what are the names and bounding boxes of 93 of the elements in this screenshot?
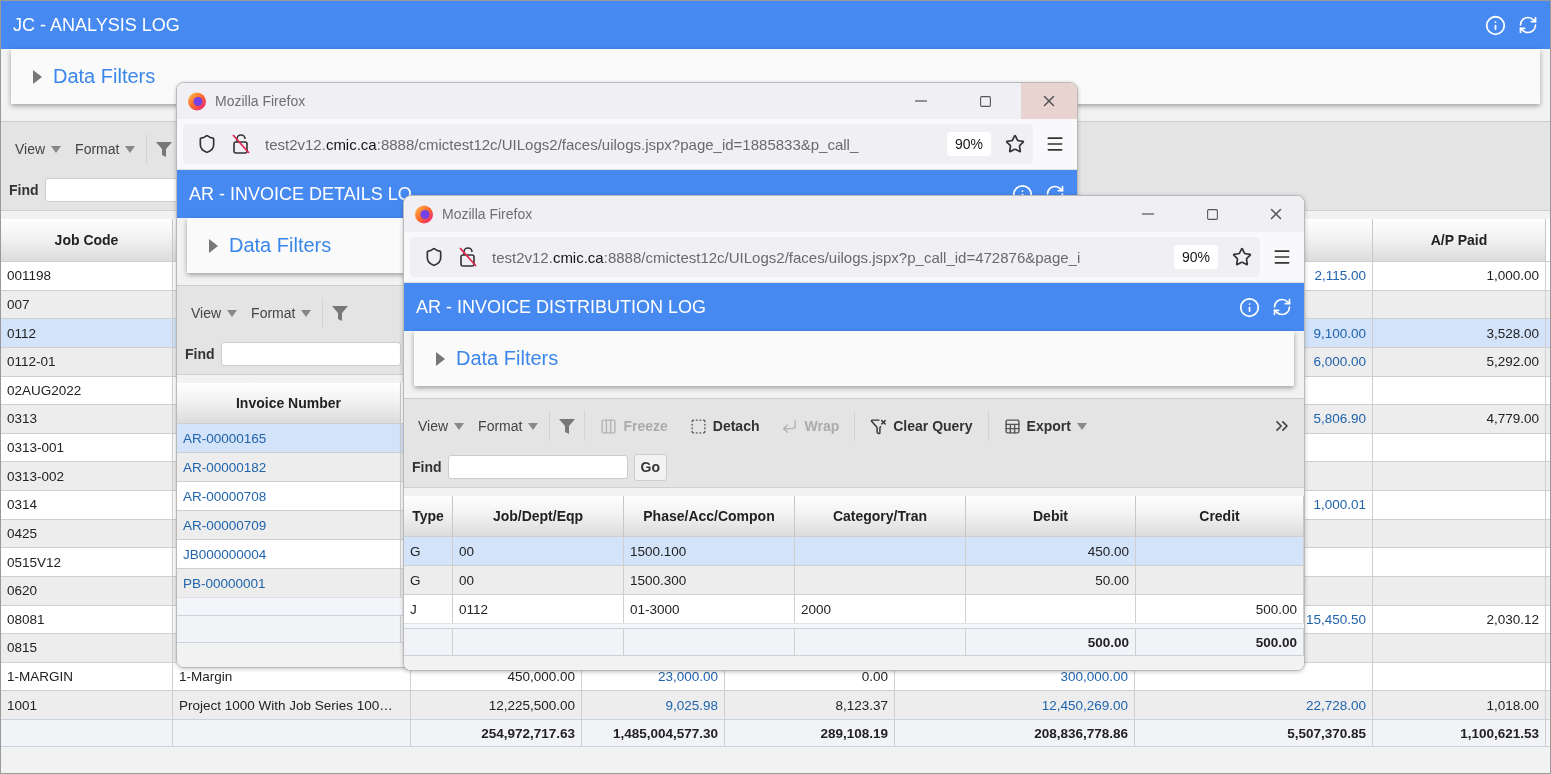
view-menu[interactable]: View	[185, 301, 244, 325]
caret-icon	[528, 422, 539, 430]
sheet-icon	[1003, 417, 1021, 435]
format-menu[interactable]: Format	[472, 414, 545, 438]
star-icon[interactable]	[1005, 134, 1025, 154]
column-header[interactable]: Job/Dept/Eqp	[453, 496, 624, 536]
window-title: Mozilla Firefox	[442, 206, 534, 222]
view-menu[interactable]: View	[9, 137, 68, 161]
total-cell: 500.00	[1136, 629, 1304, 655]
total-cell: 500.00	[966, 629, 1136, 655]
table-cell: 0815	[1, 634, 173, 662]
info-icon[interactable]	[1485, 14, 1506, 36]
page-title: JC - ANALYSIS LOG	[13, 14, 181, 36]
table-cell: 1,000.00	[1373, 262, 1546, 290]
table-cell: 0515V12	[1, 548, 173, 576]
funnel-x-icon	[870, 417, 888, 435]
caret-right-icon[interactable]	[209, 238, 219, 253]
go-button[interactable]: Go	[633, 453, 667, 481]
address-text: test2v12.cmic.ca:8888/cmictest12c/UILogs2/faces/uilogs.jspx?p_call_id=472876&page_i	[492, 248, 1082, 266]
app-logo-icon	[414, 204, 434, 224]
column-header[interactable]: Job Code	[1, 219, 173, 261]
zoom-badge[interactable]: 90%	[946, 132, 991, 156]
total-cell: 289,108.19	[725, 720, 895, 746]
dashed-square-icon	[689, 417, 707, 435]
table-row[interactable]: J 0112 01-3000 2000 500.00	[404, 594, 1304, 623]
maximize-icon	[1205, 207, 1219, 221]
table-row[interactable]: 1001 Project 1000 With Job Series 100… 12,225,500.00 9,025.98 8,123.37 12,450,269.00 22,728.00 1,018.00	[1, 690, 1550, 719]
table-cell: 4,779.00	[1373, 405, 1546, 433]
shield-icon[interactable]	[197, 134, 217, 154]
filter-icon	[156, 141, 173, 157]
app-logo-icon	[187, 91, 207, 111]
table-cell: 0112	[1, 319, 173, 347]
clear-query-button[interactable]: Clear Query	[860, 413, 983, 439]
column-header[interactable]: Invoice Number	[177, 383, 401, 423]
star-icon[interactable]	[1232, 247, 1252, 267]
table-row[interactable]: G 00 1500.300 50.00	[404, 565, 1304, 594]
total-cell: 1,485,004,577.30	[582, 720, 725, 746]
column-header[interactable]: Category/Tran	[795, 496, 966, 536]
column-header[interactable]: Debit	[966, 496, 1136, 536]
format-menu[interactable]: Format	[245, 301, 318, 325]
menu-icon	[1045, 134, 1065, 154]
detach-button[interactable]: Detach	[679, 413, 770, 439]
find-field[interactable]	[220, 342, 401, 366]
address-field[interactable]: test2v12.cmic.ca:8888/cmictest12c/UILogs2/faces/uilogs.jspx?page_id=1885833&p_call_ 90%	[183, 124, 1033, 164]
close-button[interactable]	[1021, 83, 1077, 119]
view-menu[interactable]: View	[412, 414, 471, 438]
caret-icon	[454, 422, 465, 430]
filter-icon	[332, 305, 349, 321]
zoom-badge[interactable]: 90%	[1173, 245, 1218, 269]
minimize-icon	[915, 100, 927, 102]
find-label: Find	[412, 459, 442, 475]
caret-icon	[1076, 422, 1087, 430]
column-header[interactable]: Credit	[1136, 496, 1304, 536]
table-row[interactable]: G 00 1500.100 450.00	[404, 536, 1304, 565]
column-header[interactable]: A/P Paid	[1373, 219, 1546, 261]
table-cell: 0112-01	[1, 347, 173, 376]
table-cell: 0314	[1, 491, 173, 519]
page-title: AR - INVOICE DISTRIBUTION LOG	[416, 296, 708, 318]
menu-icon	[1272, 247, 1292, 267]
return-arrow-icon	[781, 417, 799, 435]
format-menu[interactable]: Format	[69, 137, 142, 161]
address-text: test2v12.cmic.ca:8888/cmictest12c/UILogs2/faces/uilogs.jspx?page_id=1885833&p_call_	[265, 135, 860, 153]
table-cell: 5,292.00	[1373, 347, 1546, 376]
table-cell: 0313	[1, 405, 173, 433]
maximize-icon	[978, 94, 992, 108]
lock-slash-icon[interactable]	[231, 133, 251, 155]
table-cell: 0620	[1, 576, 173, 605]
caret-icon	[51, 145, 62, 153]
caret-right-icon[interactable]	[33, 69, 43, 84]
total-cell: 208,836,778.86	[895, 720, 1135, 746]
info-icon[interactable]	[1239, 296, 1260, 318]
caret-right-icon[interactable]	[436, 351, 446, 366]
column-header[interactable]: Type	[404, 496, 453, 536]
caret-icon	[125, 145, 136, 153]
shield-icon[interactable]	[424, 247, 444, 267]
filter-icon	[559, 418, 576, 434]
lock-slash-icon[interactable]	[458, 246, 478, 268]
total-cell: 5,507,370.85	[1135, 720, 1373, 746]
columns-icon	[600, 417, 618, 435]
window-title: Mozilla Firefox	[215, 93, 307, 109]
export-button[interactable]: Export	[993, 413, 1097, 439]
total-cell: 1,100,621.53	[1373, 720, 1546, 746]
refresh-icon[interactable]	[1272, 297, 1292, 317]
refresh-icon[interactable]	[1518, 15, 1538, 35]
table-cell: 3,528.00	[1373, 319, 1546, 347]
total-cell: 254,972,717.63	[411, 720, 582, 746]
minimize-icon	[1142, 213, 1154, 215]
table-cell: 001198	[1, 262, 173, 290]
find-label: Find	[185, 346, 215, 362]
find-field[interactable]	[447, 455, 628, 479]
address-field[interactable]: test2v12.cmic.ca:8888/cmictest12c/UILogs2/faces/uilogs.jspx?p_call_id=472876&page_i 90%	[410, 237, 1260, 277]
column-header[interactable]: Phase/Acc/Compon	[624, 496, 795, 536]
find-label: Find	[9, 182, 39, 198]
